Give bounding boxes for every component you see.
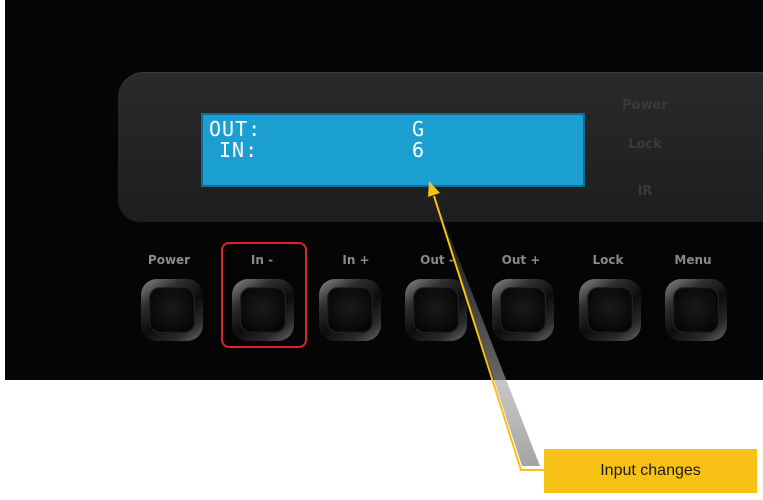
- arrow-line: [433, 195, 544, 471]
- arrow-head: [428, 181, 440, 197]
- arrow-shadow: [434, 196, 540, 466]
- callout-box: Input changes: [544, 449, 757, 493]
- callout-text: Input changes: [600, 462, 701, 479]
- callout-arrow: [428, 181, 544, 471]
- screenshot-stage: OUT: G IN: 6 Power Lock IR Power In - In…: [0, 0, 763, 500]
